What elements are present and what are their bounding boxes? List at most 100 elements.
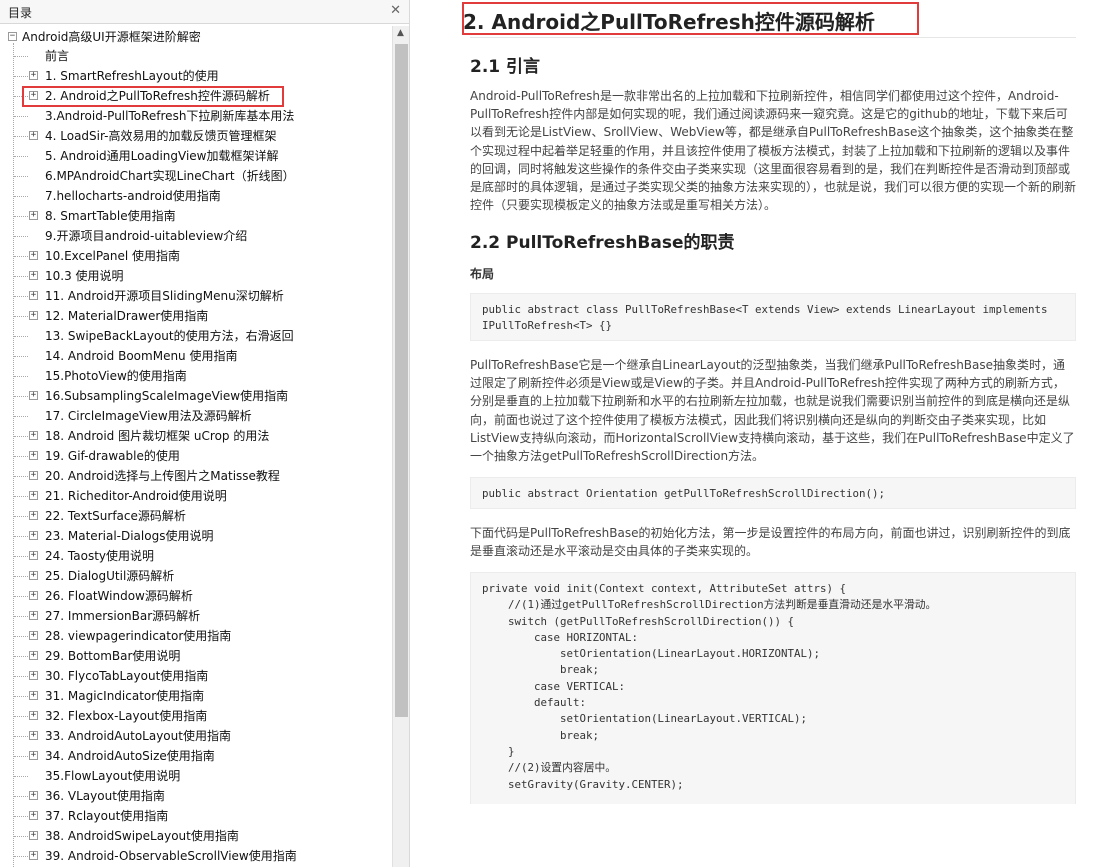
toc-item-label: 36. VLayout使用指南 (45, 789, 165, 803)
toc-item[interactable]: 3.Android-PullToRefresh下拉刷新库基本用法 (0, 106, 392, 126)
toc-item[interactable]: +32. Flexbox-Layout使用指南 (0, 706, 392, 726)
expand-icon[interactable]: + (29, 211, 38, 220)
toc-item[interactable]: +25. DialogUtil源码解析 (0, 566, 392, 586)
toc-item[interactable]: 6.MPAndroidChart实现LineChart（折线图） (0, 166, 392, 186)
toc-item[interactable]: 9.开源项目android-uitableview介绍 (0, 226, 392, 246)
toc-item-label: 14. Android BoomMenu 使用指南 (45, 349, 238, 363)
tree-connector (14, 616, 28, 617)
expand-icon[interactable]: + (29, 851, 38, 860)
toc-item[interactable]: +27. ImmersionBar源码解析 (0, 606, 392, 626)
expand-icon[interactable]: + (29, 731, 38, 740)
code-block-class-declaration: public abstract class PullToRefreshBase<… (470, 293, 1076, 341)
toc-item[interactable]: +4. LoadSir-高效易用的加载反馈页管理框架 (0, 126, 392, 146)
expand-icon[interactable]: + (29, 531, 38, 540)
toc-item[interactable]: +24. Taosty使用说明 (0, 546, 392, 566)
tree-connector (14, 56, 28, 57)
expand-icon[interactable]: + (29, 551, 38, 560)
tree-connector (14, 796, 28, 797)
sidebar-scrollbar[interactable]: ▲ (392, 26, 409, 867)
expand-icon[interactable]: + (29, 631, 38, 640)
expand-icon[interactable]: + (29, 491, 38, 500)
toc-item-label: 12. MaterialDrawer使用指南 (45, 309, 209, 323)
expand-icon[interactable]: + (29, 691, 38, 700)
expand-icon[interactable]: + (29, 451, 38, 460)
expand-icon[interactable]: + (29, 271, 38, 280)
tree-connector (14, 716, 28, 717)
toc-item[interactable]: 15.PhotoView的使用指南 (0, 366, 392, 386)
toc-highlight-box (22, 86, 284, 107)
tree-connector (14, 336, 28, 337)
expand-icon[interactable]: + (29, 431, 38, 440)
tree-connector (14, 636, 28, 637)
toc-item[interactable]: +23. Material-Dialogs使用说明 (0, 526, 392, 546)
toc-item[interactable]: +33. AndroidAutoLayout使用指南 (0, 726, 392, 746)
scrollbar-thumb[interactable] (395, 44, 408, 717)
toc-item[interactable]: 14. Android BoomMenu 使用指南 (0, 346, 392, 366)
toc-item[interactable]: +36. VLayout使用指南 (0, 786, 392, 806)
toc-item[interactable]: +12. MaterialDrawer使用指南 (0, 306, 392, 326)
toc-item[interactable]: +29. BottomBar使用说明 (0, 646, 392, 666)
tree-connector (14, 696, 28, 697)
expand-icon[interactable]: + (29, 291, 38, 300)
toc-item[interactable]: +30. FlycoTabLayout使用指南 (0, 666, 392, 686)
expand-icon[interactable]: + (29, 831, 38, 840)
expand-icon[interactable]: + (29, 131, 38, 140)
toc-item[interactable]: +22. TextSurface源码解析 (0, 506, 392, 526)
close-icon[interactable]: ✕ (390, 3, 401, 18)
toc-item[interactable]: +31. MagicIndicator使用指南 (0, 686, 392, 706)
page-title: 2. Android之PullToRefresh控件源码解析 (463, 10, 875, 34)
expand-icon[interactable]: + (29, 671, 38, 680)
toc-item-label: 32. Flexbox-Layout使用指南 (45, 709, 208, 723)
expand-icon[interactable]: + (29, 571, 38, 580)
scroll-up-arrow-icon[interactable]: ▲ (397, 28, 404, 38)
toc-item[interactable]: +21. Richeditor-Android使用说明 (0, 486, 392, 506)
toc-item[interactable]: +18. Android 图片裁切框架 uCrop 的用法 (0, 426, 392, 446)
expand-icon[interactable]: + (29, 751, 38, 760)
expand-icon[interactable]: + (29, 391, 38, 400)
toc-item[interactable]: +8. SmartTable使用指南 (0, 206, 392, 226)
toc-item-label: 10.3 使用说明 (45, 269, 124, 283)
tree-connector (14, 176, 28, 177)
expand-icon[interactable]: + (29, 511, 38, 520)
toc-item-label: 23. Material-Dialogs使用说明 (45, 529, 214, 543)
toc-item[interactable]: +11. Android开源项目SlidingMenu深切解析 (0, 286, 392, 306)
expand-icon[interactable]: + (29, 651, 38, 660)
toc-item-label: 前言 (45, 49, 70, 63)
expand-icon[interactable]: + (29, 311, 38, 320)
tree-connector (14, 656, 28, 657)
toc-item[interactable]: +10.ExcelPanel 使用指南 (0, 246, 392, 266)
toc-item[interactable]: +37. Rclayout使用指南 (0, 806, 392, 826)
section-heading-intro: 2.1 引言 (470, 57, 541, 77)
toc-item-label: 13. SwipeBackLayout的使用方法，右滑返回 (45, 329, 294, 343)
expand-icon[interactable]: + (29, 591, 38, 600)
expand-icon[interactable]: + (29, 711, 38, 720)
toc-item[interactable]: +20. Android选择与上传图片之Matisse教程 (0, 466, 392, 486)
expand-icon[interactable]: + (29, 71, 38, 80)
toc-item[interactable]: +26. FloatWindow源码解析 (0, 586, 392, 606)
tree-connector (14, 376, 28, 377)
toc-item[interactable]: +28. viewpagerindicator使用指南 (0, 626, 392, 646)
toc-item[interactable]: +38. AndroidSwipeLayout使用指南 (0, 826, 392, 846)
toc-item[interactable]: 前言 (0, 46, 392, 66)
toc-item[interactable]: 17. CircleImageView用法及源码解析 (0, 406, 392, 426)
toc-item[interactable]: +1. SmartRefreshLayout的使用 (0, 66, 392, 86)
expand-icon[interactable]: + (29, 611, 38, 620)
toc-item[interactable]: +19. Gif-drawable的使用 (0, 446, 392, 466)
expand-icon[interactable]: + (29, 811, 38, 820)
toc-item[interactable]: +39. Android-ObservableScrollView使用指南 (0, 846, 392, 866)
tree-connector (14, 356, 28, 357)
expand-icon[interactable]: + (29, 471, 38, 480)
toc-item[interactable]: 5. Android通用LoadingView加载框架详解 (0, 146, 392, 166)
tree-connector (14, 156, 28, 157)
toc-item-label: 16.SubsamplingScaleImageView使用指南 (45, 389, 289, 403)
toc-item[interactable]: +10.3 使用说明 (0, 266, 392, 286)
toc-item[interactable]: 35.FlowLayout使用说明 (0, 766, 392, 786)
collapse-icon[interactable]: − (8, 31, 17, 41)
toc-item[interactable]: +34. AndroidAutoSize使用指南 (0, 746, 392, 766)
toc-root[interactable]: − Android高级UI开源框架进阶解密 (8, 28, 201, 44)
toc-item[interactable]: 7.hellocharts-android使用指南 (0, 186, 392, 206)
toc-item[interactable]: +16.SubsamplingScaleImageView使用指南 (0, 386, 392, 406)
expand-icon[interactable]: + (29, 791, 38, 800)
expand-icon[interactable]: + (29, 251, 38, 260)
toc-item[interactable]: 13. SwipeBackLayout的使用方法，右滑返回 (0, 326, 392, 346)
